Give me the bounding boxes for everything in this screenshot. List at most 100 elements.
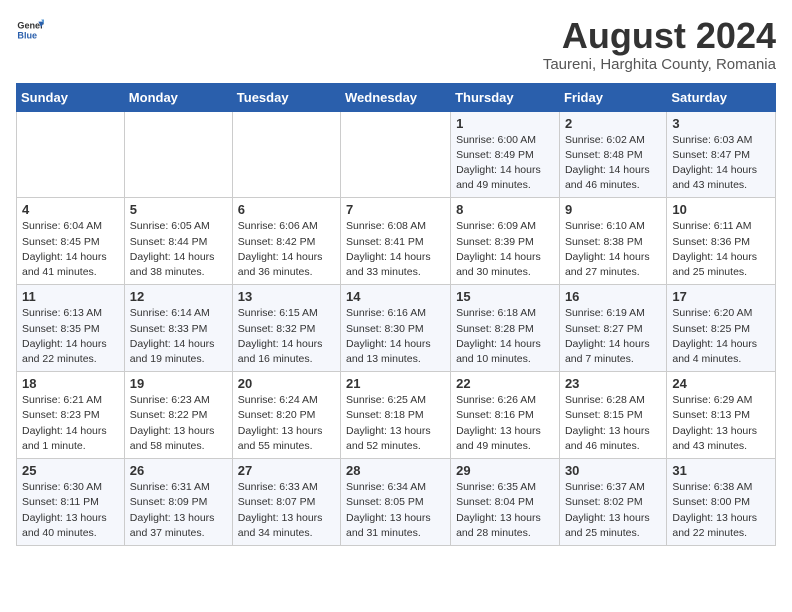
- calendar-week-row: 1Sunrise: 6:00 AMSunset: 8:49 PMDaylight…: [17, 111, 776, 198]
- calendar-day-cell: 28 Sunrise: 6:34 AMSunset: 8:05 PMDayligh…: [341, 459, 451, 546]
- calendar-day-cell: 10Sunrise: 6:11 AMSunset: 8:36 PMDayligh…: [667, 198, 776, 285]
- calendar-day-cell: 12 Sunrise: 6:14 AMSunset: 8:33 PMDayligh…: [124, 285, 232, 372]
- day-number: 30: [565, 463, 661, 478]
- day-info: Sunrise: 6:11 AMSunset: 8:36 PMDaylight:…: [672, 219, 770, 280]
- calendar-day-cell: [232, 111, 340, 198]
- calendar-day-cell: 18 Sunrise: 6:21 AMSunset: 8:23 PMDayligh…: [17, 372, 125, 459]
- weekday-header-cell: Saturday: [667, 83, 776, 111]
- header: General Blue August 2024 Taureni, Harghi…: [16, 16, 776, 73]
- day-number: 21: [346, 376, 445, 391]
- day-number: 23: [565, 376, 661, 391]
- day-number: 16: [565, 289, 661, 304]
- calendar-day-cell: [17, 111, 125, 198]
- day-number: 2: [565, 116, 661, 131]
- calendar-day-cell: 15 Sunrise: 6:18 AMSunset: 8:28 PMDayligh…: [451, 285, 560, 372]
- day-number: 22: [456, 376, 554, 391]
- day-number: 20: [238, 376, 335, 391]
- logo: General Blue: [16, 16, 44, 44]
- title-area: August 2024 Taureni, Harghita County, Ro…: [543, 16, 776, 73]
- day-number: 15: [456, 289, 554, 304]
- calendar-day-cell: 11Sunrise: 6:13 AMSunset: 8:35 PMDayligh…: [17, 285, 125, 372]
- calendar-day-cell: 1Sunrise: 6:00 AMSunset: 8:49 PMDaylight…: [451, 111, 560, 198]
- calendar-day-cell: 5 Sunrise: 6:05 AMSunset: 8:44 PMDaylight…: [124, 198, 232, 285]
- day-number: 5: [130, 202, 227, 217]
- calendar-day-cell: 30 Sunrise: 6:37 AMSunset: 8:02 PMDayligh…: [559, 459, 666, 546]
- calendar-day-cell: 8Sunrise: 6:09 AMSunset: 8:39 PMDaylight…: [451, 198, 560, 285]
- svg-text:Blue: Blue: [17, 30, 37, 40]
- day-info: Sunrise: 6:08 AMSunset: 8:41 PMDaylight:…: [346, 219, 445, 280]
- weekday-header-row: SundayMondayTuesdayWednesdayThursdayFrid…: [17, 83, 776, 111]
- calendar-day-cell: 17 Sunrise: 6:20 AMSunset: 8:25 PMDayligh…: [667, 285, 776, 372]
- day-info: Sunrise: 6:31 AMSunset: 8:09 PMDaylight:…: [130, 480, 227, 541]
- calendar-table: SundayMondayTuesdayWednesdayThursdayFrid…: [16, 83, 776, 546]
- day-number: 4: [22, 202, 119, 217]
- day-info: Sunrise: 6:09 AMSunset: 8:39 PMDaylight:…: [456, 219, 554, 280]
- day-info: Sunrise: 6:23 AMSunset: 8:22 PMDaylight:…: [130, 393, 227, 454]
- day-info: Sunrise: 6:18 AMSunset: 8:28 PMDaylight:…: [456, 306, 554, 367]
- calendar-day-cell: 2 Sunrise: 6:02 AMSunset: 8:48 PMDaylight…: [559, 111, 666, 198]
- month-title: August 2024: [543, 16, 776, 56]
- day-info: Sunrise: 6:29 AMSunset: 8:13 PMDaylight:…: [672, 393, 770, 454]
- calendar-day-cell: 3 Sunrise: 6:03 AMSunset: 8:47 PMDaylight…: [667, 111, 776, 198]
- calendar-day-cell: 29 Sunrise: 6:35 AMSunset: 8:04 PMDayligh…: [451, 459, 560, 546]
- calendar-day-cell: 14Sunrise: 6:16 AMSunset: 8:30 PMDayligh…: [341, 285, 451, 372]
- day-number: 9: [565, 202, 661, 217]
- weekday-header-cell: Monday: [124, 83, 232, 111]
- day-number: 1: [456, 116, 554, 131]
- logo-icon: General Blue: [16, 16, 44, 44]
- day-number: 13: [238, 289, 335, 304]
- day-info: Sunrise: 6:21 AMSunset: 8:23 PMDaylight:…: [22, 393, 119, 454]
- day-info: Sunrise: 6:37 AMSunset: 8:02 PMDaylight:…: [565, 480, 661, 541]
- day-number: 17: [672, 289, 770, 304]
- day-info: Sunrise: 6:19 AMSunset: 8:27 PMDaylight:…: [565, 306, 661, 367]
- day-info: Sunrise: 6:30 AMSunset: 8:11 PMDaylight:…: [22, 480, 119, 541]
- day-number: 12: [130, 289, 227, 304]
- calendar-day-cell: 4 Sunrise: 6:04 AMSunset: 8:45 PMDaylight…: [17, 198, 125, 285]
- calendar-day-cell: 22 Sunrise: 6:26 AMSunset: 8:16 PMDayligh…: [451, 372, 560, 459]
- day-info: Sunrise: 6:33 AMSunset: 8:07 PMDaylight:…: [238, 480, 335, 541]
- day-number: 19: [130, 376, 227, 391]
- day-number: 31: [672, 463, 770, 478]
- day-info: Sunrise: 6:16 AMSunset: 8:30 PMDaylight:…: [346, 306, 445, 367]
- day-number: 18: [22, 376, 119, 391]
- calendar-day-cell: 26 Sunrise: 6:31 AMSunset: 8:09 PMDayligh…: [124, 459, 232, 546]
- calendar-day-cell: 9Sunrise: 6:10 AMSunset: 8:38 PMDaylight…: [559, 198, 666, 285]
- day-info: Sunrise: 6:13 AMSunset: 8:35 PMDaylight:…: [22, 306, 119, 367]
- day-info: Sunrise: 6:28 AMSunset: 8:15 PMDaylight:…: [565, 393, 661, 454]
- day-info: Sunrise: 6:03 AMSunset: 8:47 PMDaylight:…: [672, 133, 770, 194]
- calendar-day-cell: 20 Sunrise: 6:24 AMSunset: 8:20 PMDayligh…: [232, 372, 340, 459]
- calendar-day-cell: 21 Sunrise: 6:25 AMSunset: 8:18 PMDayligh…: [341, 372, 451, 459]
- day-info: Sunrise: 6:25 AMSunset: 8:18 PMDaylight:…: [346, 393, 445, 454]
- day-number: 26: [130, 463, 227, 478]
- day-info: Sunrise: 6:02 AMSunset: 8:48 PMDaylight:…: [565, 133, 661, 194]
- day-number: 7: [346, 202, 445, 217]
- calendar-day-cell: 7 Sunrise: 6:08 AMSunset: 8:41 PMDaylight…: [341, 198, 451, 285]
- day-number: 24: [672, 376, 770, 391]
- calendar-day-cell: 24 Sunrise: 6:29 AMSunset: 8:13 PMDayligh…: [667, 372, 776, 459]
- weekday-header-cell: Friday: [559, 83, 666, 111]
- day-number: 3: [672, 116, 770, 131]
- day-info: Sunrise: 6:05 AMSunset: 8:44 PMDaylight:…: [130, 219, 227, 280]
- calendar-day-cell: 23 Sunrise: 6:28 AMSunset: 8:15 PMDayligh…: [559, 372, 666, 459]
- calendar-day-cell: 27Sunrise: 6:33 AMSunset: 8:07 PMDayligh…: [232, 459, 340, 546]
- day-info: Sunrise: 6:14 AMSunset: 8:33 PMDaylight:…: [130, 306, 227, 367]
- calendar-day-cell: [341, 111, 451, 198]
- day-number: 25: [22, 463, 119, 478]
- calendar-day-cell: 6Sunrise: 6:06 AMSunset: 8:42 PMDaylight…: [232, 198, 340, 285]
- calendar-day-cell: 31Sunrise: 6:38 AMSunset: 8:00 PMDayligh…: [667, 459, 776, 546]
- weekday-header-cell: Thursday: [451, 83, 560, 111]
- day-info: Sunrise: 6:04 AMSunset: 8:45 PMDaylight:…: [22, 219, 119, 280]
- calendar-day-cell: 13Sunrise: 6:15 AMSunset: 8:32 PMDayligh…: [232, 285, 340, 372]
- day-number: 6: [238, 202, 335, 217]
- day-info: Sunrise: 6:24 AMSunset: 8:20 PMDaylight:…: [238, 393, 335, 454]
- day-info: Sunrise: 6:34 AMSunset: 8:05 PMDaylight:…: [346, 480, 445, 541]
- day-number: 28: [346, 463, 445, 478]
- calendar-week-row: 25 Sunrise: 6:30 AMSunset: 8:11 PMDayligh…: [17, 459, 776, 546]
- location-subtitle: Taureni, Harghita County, Romania: [543, 56, 776, 73]
- day-info: Sunrise: 6:20 AMSunset: 8:25 PMDaylight:…: [672, 306, 770, 367]
- day-info: Sunrise: 6:26 AMSunset: 8:16 PMDaylight:…: [456, 393, 554, 454]
- day-info: Sunrise: 6:35 AMSunset: 8:04 PMDaylight:…: [456, 480, 554, 541]
- day-number: 29: [456, 463, 554, 478]
- calendar-day-cell: 19 Sunrise: 6:23 AMSunset: 8:22 PMDayligh…: [124, 372, 232, 459]
- weekday-header-cell: Wednesday: [341, 83, 451, 111]
